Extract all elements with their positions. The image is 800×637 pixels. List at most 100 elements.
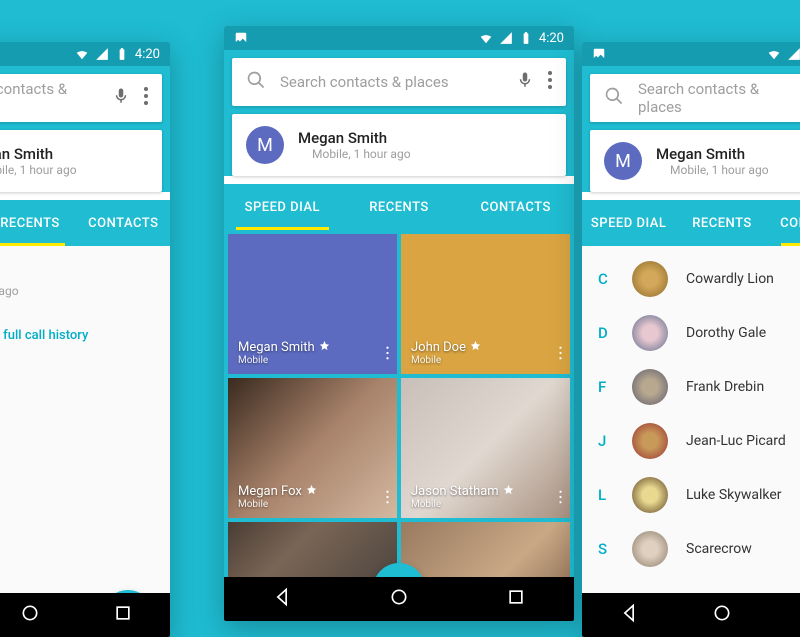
outgoing-call-icon [298,147,308,161]
star-icon [319,340,330,355]
star-icon [470,340,481,355]
search-icon [246,70,266,94]
phone-contacts-view: 4:20 Search contacts & places M Megan Sm… [582,42,800,637]
search-row[interactable]: Search contacts & places [0,74,162,122]
screenshot-icon [592,47,606,62]
tab-recents[interactable]: RECENTS [0,200,77,246]
recent-call-sub: Mobile, 1 hour ago [0,284,154,298]
nav-home-icon[interactable] [389,587,409,611]
section-index: C [598,270,614,288]
contact-subline: Mobile, 1 hour ago [656,163,769,177]
recent-call-card[interactable]: M Megan Smith Mobile, 1 hour ago [0,130,162,192]
section-index: L [598,486,614,504]
contact-avatar [632,369,668,405]
phone-recents-view: 4:20 Search contacts & places M Megan Sm… [0,42,170,637]
search-card: Search contacts & places [590,74,800,122]
tab-recents[interactable]: RECENTS [341,184,458,230]
contact-avatar [632,261,668,297]
star-icon [503,484,514,499]
tile-more-icon[interactable] [386,489,389,508]
contact-avatar [632,315,668,351]
tile-more-icon[interactable] [386,345,389,364]
tile-type: Mobile [411,499,514,510]
voice-search-icon[interactable] [516,71,534,93]
search-card: Search contacts & places [232,58,566,106]
nav-back-icon[interactable] [619,603,639,627]
outgoing-call-icon [656,163,666,177]
search-card: Search contacts & places [0,74,162,122]
section-index: F [598,378,614,396]
contact-name: Frank Drebin [686,379,764,395]
battery-icon [519,31,533,46]
tab-recents[interactable]: RECENTS [675,200,768,246]
cellular-icon [499,31,513,46]
phone-speed-dial-view: 4:20 Search contacts & places M Megan Sm… [224,26,574,621]
contact-row[interactable]: DDorothy Gale [582,306,800,360]
contact-name: Luke Skywalker [686,487,782,503]
tab-contacts[interactable]: CONTACTS [77,200,170,246]
section-index: S [598,540,614,558]
search-input[interactable]: Search contacts & places [280,73,502,91]
recent-call-card[interactable]: M Megan Smith Mobile, 1 hour ago [590,130,800,192]
speed-dial-tile[interactable]: Megan FoxMobile [228,378,397,518]
nav-home-icon[interactable] [20,603,40,627]
tile-more-icon[interactable] [559,489,562,508]
tab-contacts[interactable]: CONTACTS [457,184,574,230]
tabs: SPEED DIAL RECENTS CONTACTS [0,200,170,246]
view-full-history-link[interactable]: View full call history [0,322,154,349]
contact-avatar: M [246,126,284,164]
contact-name: Jean-Luc Picard [686,433,786,449]
recent-call-card[interactable]: M Megan Smith Mobile, 1 hour ago [232,114,566,176]
statusbar-time: 4:20 [539,31,564,46]
nav-back-icon[interactable] [272,587,292,611]
tile-name: John Doe [411,340,466,355]
cellular-icon [95,47,109,62]
nav-recent-icon[interactable] [113,603,133,627]
more-menu-icon[interactable] [548,71,552,93]
contact-row[interactable]: J Jean-Luc Picard [582,414,800,468]
speed-dial-tile[interactable]: J John DoeMobile [401,234,570,374]
cellular-icon [787,47,800,62]
contact-row[interactable]: F Frank Drebin [582,360,800,414]
contact-row[interactable]: L Luke Skywalker [582,468,800,522]
star-icon [306,484,317,499]
search-row[interactable]: Search contacts & places [232,58,566,106]
android-navbar [224,577,574,621]
speed-dial-tile[interactable]: Jason StathamMobile [401,378,570,518]
tile-type: Mobile [238,355,330,366]
tile-more-icon[interactable] [559,345,562,364]
nav-home-icon[interactable] [712,603,732,627]
contact-row[interactable]: S Scarecrow [582,522,800,576]
tile-name: Megan Smith [238,340,315,355]
wifi-icon [767,47,781,62]
contact-name: Dorothy Gale [686,325,766,341]
screenshot-icon [234,31,248,46]
wifi-icon [479,31,493,46]
section-index: J [598,432,614,450]
recent-call-name: Megan Smith [0,264,154,282]
contact-row[interactable]: CCowardly Lion [582,252,800,306]
nav-recent-icon[interactable] [506,587,526,611]
speed-dial-tile[interactable]: M Megan SmithMobile [228,234,397,374]
tile-name: Megan Fox [238,484,302,499]
tile-type: Mobile [238,499,317,510]
contact-name: Megan Smith [0,145,77,163]
tile-type: Mobile [411,355,481,366]
search-icon [604,86,624,110]
tabs: SPEED DIAL RECENTS CONTACTS [582,200,800,246]
search-input[interactable]: Search contacts & places [0,80,98,116]
voice-search-icon[interactable] [112,87,130,109]
tab-speed-dial[interactable]: SPEED DIAL [582,200,675,246]
contact-subline: Mobile, 1 hour ago [298,147,411,161]
contact-name: Megan Smith [656,145,769,163]
tab-contacts[interactable]: CONTACTS [769,200,800,246]
tab-speed-dial[interactable]: SPEED DIAL [224,184,341,230]
contact-name: Scarecrow [686,541,752,557]
recent-call-row[interactable]: Megan Smith Mobile, 1 hour ago [0,264,154,298]
search-row[interactable]: Search contacts & places [590,74,800,122]
wifi-icon [75,47,89,62]
tile-name: Jason Statham [411,484,499,499]
contact-avatar [632,531,668,567]
more-menu-icon[interactable] [144,87,148,109]
search-input[interactable]: Search contacts & places [638,80,790,116]
